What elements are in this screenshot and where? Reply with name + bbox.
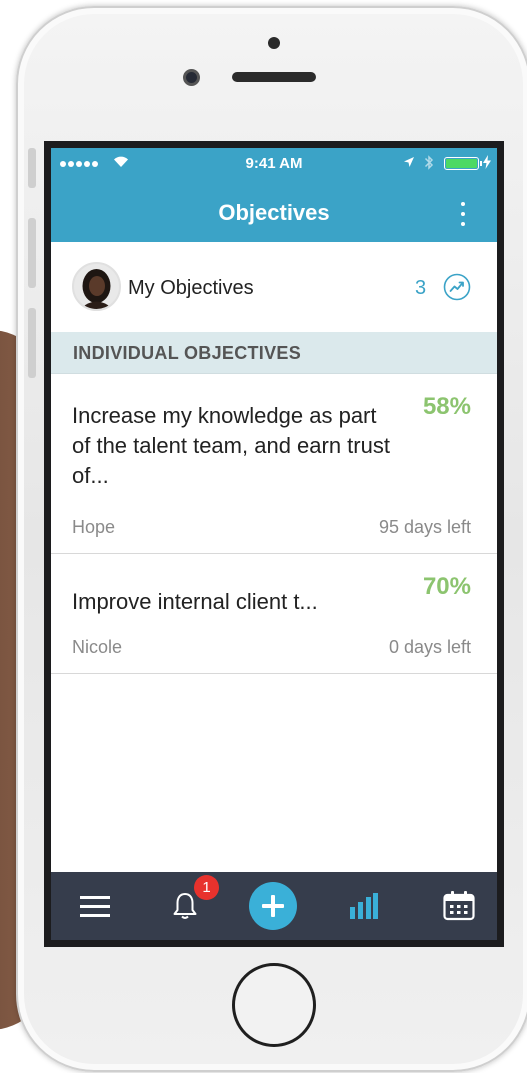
app-screen: 9:41 AM Objectives My Objectives 3 INDIV…	[51, 148, 497, 940]
volume-down-button	[28, 308, 36, 378]
objective-title: Improve internal client t...	[72, 589, 318, 614]
my-objectives-label: My Objectives	[128, 277, 254, 299]
objective-days-left: 0 days left	[388, 637, 471, 657]
objective-item[interactable]: Increase my knowledge as part of the tal…	[51, 374, 497, 554]
front-camera	[183, 69, 200, 86]
objective-item[interactable]: Improve internal client t... 70% Nicole …	[51, 554, 497, 674]
section-title: INDIVIDUAL OBJECTIVES	[73, 343, 302, 363]
home-button[interactable]	[232, 963, 316, 1047]
objective-progress: 58%	[422, 393, 471, 420]
status-bar: 9:41 AM	[51, 148, 497, 178]
calendar-icon	[443, 891, 475, 921]
section-header: INDIVIDUAL OBJECTIVES	[51, 332, 497, 374]
notification-badge: 1	[194, 875, 219, 900]
app-header: 9:41 AM Objectives	[51, 148, 497, 242]
earpiece-speaker	[232, 72, 316, 82]
menu-icon	[80, 896, 110, 917]
more-vertical-icon[interactable]	[455, 200, 471, 228]
device-stage: 9:41 AM Objectives My Objectives 3 INDIV…	[0, 0, 527, 1073]
charging-icon	[483, 155, 491, 169]
objective-owner: Hope	[72, 517, 116, 537]
trend-icon[interactable]	[443, 273, 471, 301]
mute-switch	[28, 148, 36, 188]
battery-tip	[480, 161, 482, 166]
bluetooth-icon	[424, 155, 434, 170]
avatar	[72, 262, 121, 311]
objective-title: Increase my knowledge as part of the tal…	[72, 403, 390, 488]
battery-icon	[444, 157, 479, 170]
volume-up-button	[28, 218, 36, 288]
bar-chart-icon	[350, 893, 378, 919]
objective-days-left: 95 days left	[378, 517, 471, 537]
bottom-tab-bar: 1	[51, 872, 497, 940]
objectives-count: 3	[415, 277, 427, 299]
plus-icon	[262, 895, 284, 917]
calendar-tab[interactable]	[439, 872, 479, 940]
objective-owner: Nicole	[72, 637, 123, 657]
add-button-circle	[249, 882, 297, 930]
my-objectives-row[interactable]: My Objectives 3	[51, 242, 497, 332]
page-title: Objectives	[218, 200, 330, 225]
menu-tab[interactable]	[75, 872, 115, 940]
bell-icon	[173, 893, 197, 919]
proximity-sensor	[268, 37, 280, 49]
add-objective-button[interactable]	[249, 872, 297, 940]
objective-progress: 70%	[422, 573, 471, 600]
stats-tab[interactable]	[344, 872, 384, 940]
location-icon	[404, 157, 414, 167]
